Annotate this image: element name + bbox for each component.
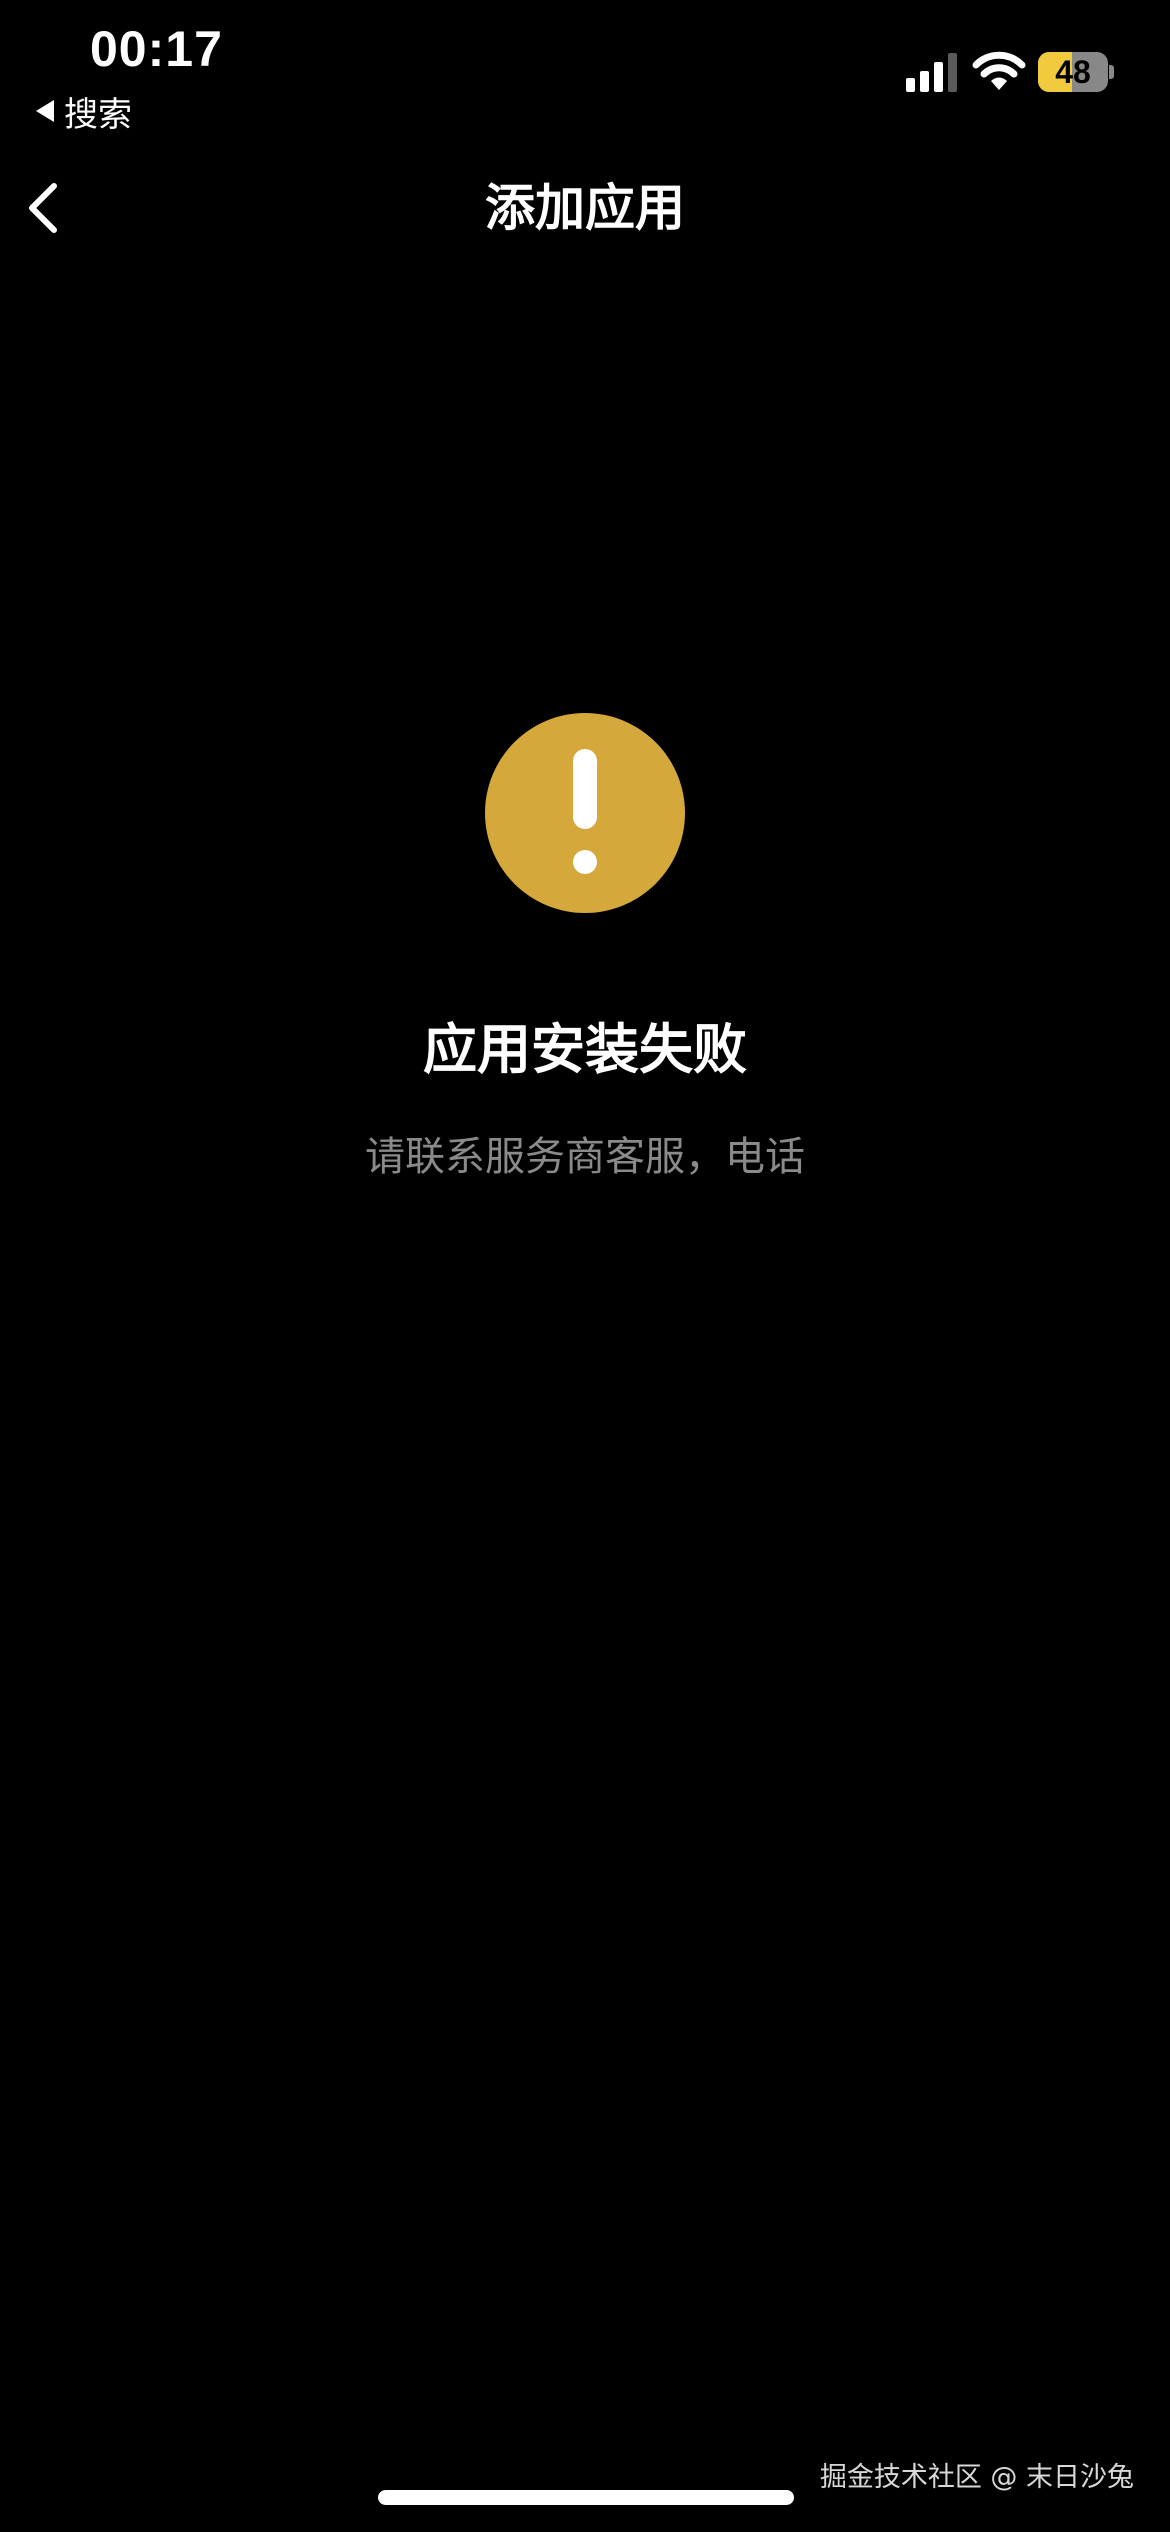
back-to-app-label: 搜索 [64,94,132,135]
watermark: 掘金技术社区 @ 末日沙兔 [819,2462,1134,2493]
page-title: 添加应用 [485,179,685,237]
back-triangle-icon [36,100,54,122]
home-indicator[interactable] [378,2490,794,2505]
status-time: 00:17 [90,21,223,77]
cellular-signal-icon [906,53,957,92]
battery-percentage: 48 [1055,54,1091,90]
back-to-search-app[interactable]: 搜索 [36,88,132,135]
exclamation-circle-icon [485,713,685,913]
error-subtitle: 请联系服务商客服，电话 [365,1134,805,1180]
error-title: 应用安装失败 [423,1018,747,1081]
battery-icon: 48 [1038,52,1114,92]
wifi-icon [972,51,1026,90]
